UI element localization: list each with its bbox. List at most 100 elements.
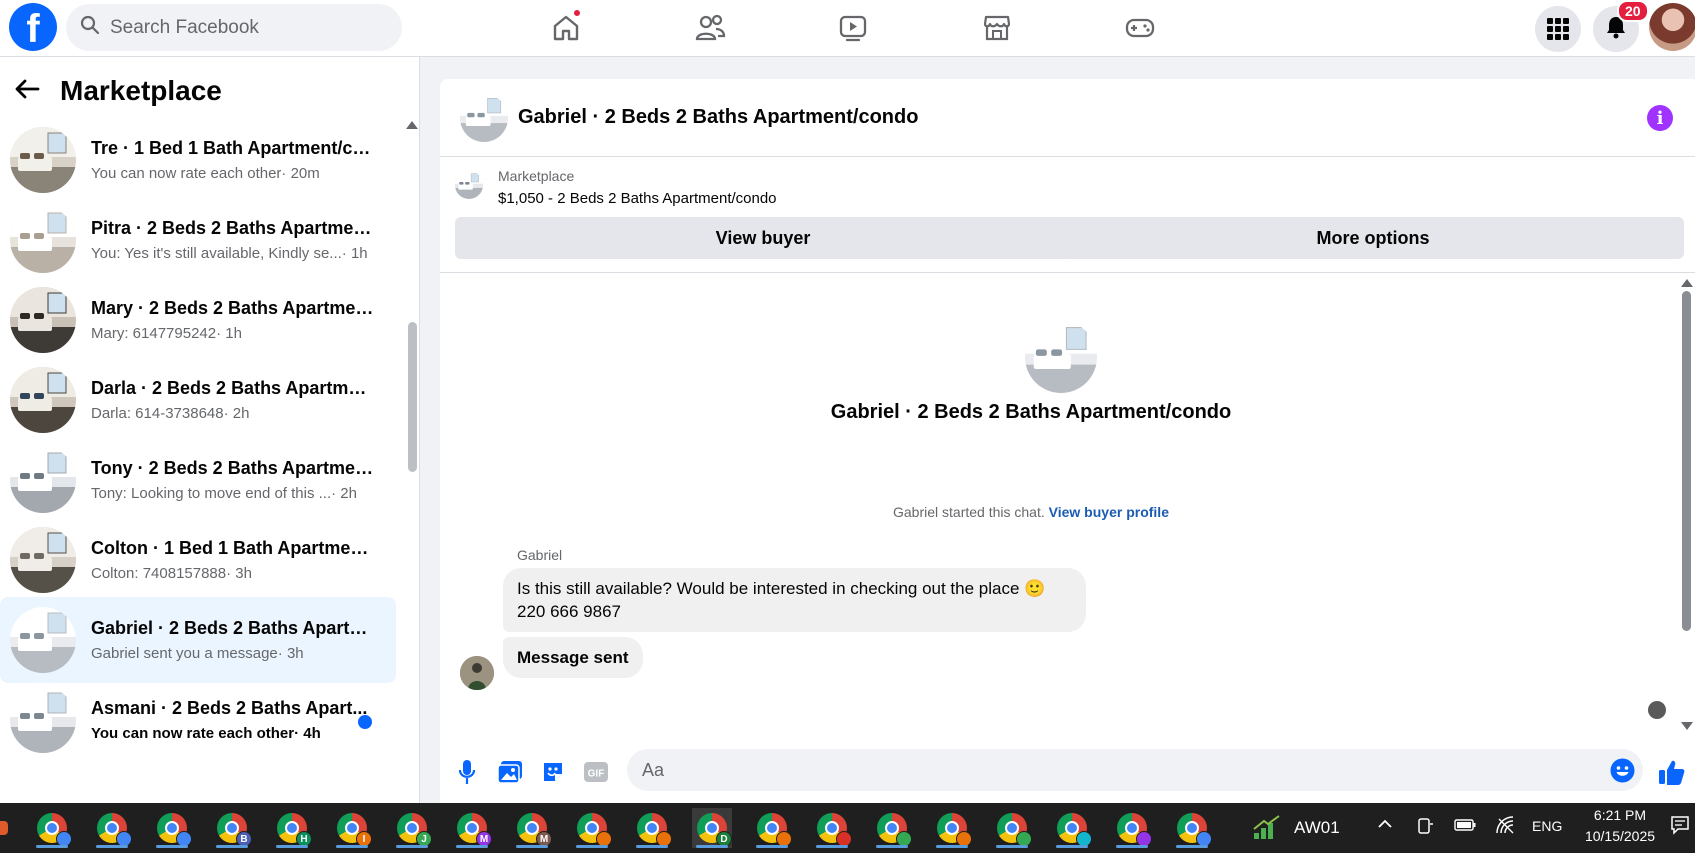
sticker-icon[interactable]	[539, 758, 567, 786]
top-navigation-bar: f 20	[0, 0, 1695, 57]
photo-icon[interactable]	[496, 758, 524, 786]
message-input[interactable]	[642, 759, 1542, 781]
conversation-item[interactable]: Gabriel · 2 Beds 2 Baths Apartm... Gabri…	[0, 597, 396, 683]
clock-date[interactable]: 10/15/2025	[1574, 828, 1666, 844]
center-listing-title: Gabriel · 2 Beds 2 Baths Apartment/condo	[830, 401, 1232, 423]
sidebar-header: Marketplace	[14, 75, 222, 107]
view-buyer-profile-link[interactable]: View buyer profile	[1049, 504, 1169, 520]
like-thumbs-up-icon[interactable]	[1655, 758, 1689, 786]
conversation-thumbnail	[10, 527, 76, 593]
chrome-profile-icon[interactable]	[152, 808, 192, 848]
conversation-item[interactable]: Mary · 2 Beds 2 Baths Apartmen... Mary: …	[0, 277, 396, 363]
conversation-item[interactable]: Tony · 2 Beds 2 Baths Apartment... Tony:…	[0, 437, 396, 523]
conversation-item[interactable]: Colton · 1 Bed 1 Bath Apartment... Colto…	[0, 517, 396, 603]
emoji-icon[interactable]	[1610, 758, 1635, 788]
chrome-profile-icon[interactable]: M	[452, 808, 492, 848]
sender-avatar[interactable]	[460, 656, 494, 690]
windows-taskbar: B H I J M M D AW01 ENG 6:21 PM 10/15/202…	[0, 803, 1695, 853]
chat-scroll-down-arrow[interactable]	[1681, 722, 1693, 730]
conversation-thumbnail	[10, 207, 76, 273]
chrome-profile-icon[interactable]	[572, 808, 612, 848]
more-options-button[interactable]: More options	[1062, 217, 1684, 259]
signal-app-icon[interactable]	[1252, 815, 1282, 846]
video-icon[interactable]	[831, 6, 875, 50]
search-input[interactable]	[110, 16, 360, 39]
clock-time[interactable]: 6:21 PM	[1585, 807, 1655, 823]
view-buyer-button[interactable]: View buyer	[455, 217, 1071, 259]
conversation-item[interactable]: Tre · 1 Bed 1 Bath Apartment/co... You c…	[0, 117, 396, 203]
wifi-icon[interactable]	[1495, 815, 1517, 840]
conversation-time: · 1h	[341, 245, 368, 262]
conversation-message: Darla: 614-3738648	[91, 405, 224, 422]
chrome-profile-icon[interactable]	[1172, 808, 1212, 848]
back-arrow-icon[interactable]	[14, 78, 40, 105]
search-box[interactable]	[66, 4, 402, 51]
sidebar-scrollbar[interactable]	[408, 322, 417, 472]
chrome-profile-icon[interactable]	[32, 808, 72, 848]
taskbar-app-label[interactable]: AW01	[1294, 818, 1340, 838]
conversation-text: Tony · 2 Beds 2 Baths Apartment... Tony:…	[91, 458, 376, 502]
conversation-text: Colton · 1 Bed 1 Bath Apartment... Colto…	[91, 538, 376, 582]
chrome-profile-icon[interactable]: B	[212, 808, 252, 848]
chrome-profile-icon[interactable]	[932, 808, 972, 848]
friends-icon[interactable]	[688, 6, 732, 50]
meet-now-icon[interactable]	[1416, 816, 1434, 841]
chrome-profile-icon[interactable]	[1052, 808, 1092, 848]
chrome-profile-icon[interactable]: M	[512, 808, 552, 848]
apps-grid-icon[interactable]	[1535, 6, 1581, 52]
conversation-text: Asmani · 2 Beds 2 Baths Apart... You can…	[91, 698, 376, 742]
chat-scrollbar[interactable]	[1682, 291, 1691, 631]
listing-avatar[interactable]	[460, 93, 508, 142]
chrome-profile-icon[interactable]: I	[332, 808, 372, 848]
gaming-icon[interactable]	[1118, 6, 1162, 50]
conversation-item[interactable]: Darla · 2 Beds 2 Baths Apartmen... Darla…	[0, 357, 396, 443]
language-indicator[interactable]: ENG	[1532, 818, 1562, 834]
conversation-thumbnail	[10, 607, 76, 673]
marketplace-icon[interactable]	[975, 6, 1019, 50]
chrome-profile-icon[interactable]	[632, 808, 672, 848]
conversation-message: Mary: 6147795242	[91, 325, 217, 342]
chat-scroll-up-arrow[interactable]	[1681, 279, 1693, 287]
conversation-thumbnail	[10, 287, 76, 353]
chrome-profile-icon[interactable]	[92, 808, 132, 848]
conversation-title: Colton · 1 Bed 1 Bath Apartment...	[91, 538, 376, 558]
conversation-time: · 2h	[223, 405, 250, 422]
chevron-up-icon[interactable]	[1376, 815, 1394, 838]
chrome-profile-icon[interactable]	[812, 808, 852, 848]
home-notification-dot	[572, 8, 582, 18]
chat-title[interactable]: Gabriel · 2 Beds 2 Baths Apartment/condo	[518, 106, 918, 129]
gif-icon[interactable]: GIF	[582, 758, 610, 786]
chrome-profile-icon[interactable]	[1112, 808, 1152, 848]
chrome-profile-icon[interactable]	[872, 808, 912, 848]
chat-panel: Gabriel · 2 Beds 2 Baths Apartment/condo…	[440, 79, 1695, 803]
conversation-message: Colton: 7408157888	[91, 565, 227, 582]
notifications-button[interactable]: 20	[1593, 0, 1649, 52]
listing-thumbnail[interactable]	[455, 171, 483, 199]
chrome-profile-icon[interactable]	[752, 808, 792, 848]
chrome-profile-icon[interactable]: D	[692, 808, 732, 848]
conversation-item[interactable]: Asmani · 2 Beds 2 Baths Apart... You can…	[0, 677, 396, 763]
message-composer[interactable]	[627, 749, 1643, 791]
notification-center-icon[interactable]	[1670, 815, 1690, 840]
facebook-logo[interactable]: f	[9, 3, 57, 51]
conversation-item[interactable]: Pitra · 2 Beds 2 Baths Apartment/... You…	[0, 197, 396, 283]
center-listing-avatar[interactable]	[1025, 321, 1097, 393]
message-sent-bubble[interactable]: Message sent	[503, 637, 643, 678]
conversation-title: Mary · 2 Beds 2 Baths Apartmen...	[91, 298, 376, 318]
conversation-message: You: Yes it's still available, Kindly se…	[91, 245, 342, 262]
chrome-profile-icon[interactable]	[992, 808, 1032, 848]
info-icon[interactable]: i	[1647, 105, 1673, 131]
battery-icon[interactable]	[1454, 817, 1476, 838]
profile-avatar[interactable]	[1649, 3, 1695, 51]
listing-price[interactable]: $1,050 - 2 Beds 2 Baths Apartment/condo	[498, 190, 777, 207]
message-bubble[interactable]: Is this still available? Would be intere…	[503, 568, 1086, 632]
widget-icon[interactable]	[0, 821, 8, 835]
conversation-preview: You can now rate each other · 4h	[91, 725, 376, 742]
chrome-profile-icon[interactable]: H	[272, 808, 312, 848]
scroll-up-arrow[interactable]	[406, 121, 418, 129]
home-icon[interactable]	[544, 6, 588, 50]
conversation-preview: Gabriel sent you a message · 3h	[91, 645, 376, 662]
chrome-profile-icon[interactable]: J	[392, 808, 432, 848]
conversation-preview: You can now rate each other · 20m	[91, 165, 376, 182]
microphone-icon[interactable]	[453, 758, 481, 786]
